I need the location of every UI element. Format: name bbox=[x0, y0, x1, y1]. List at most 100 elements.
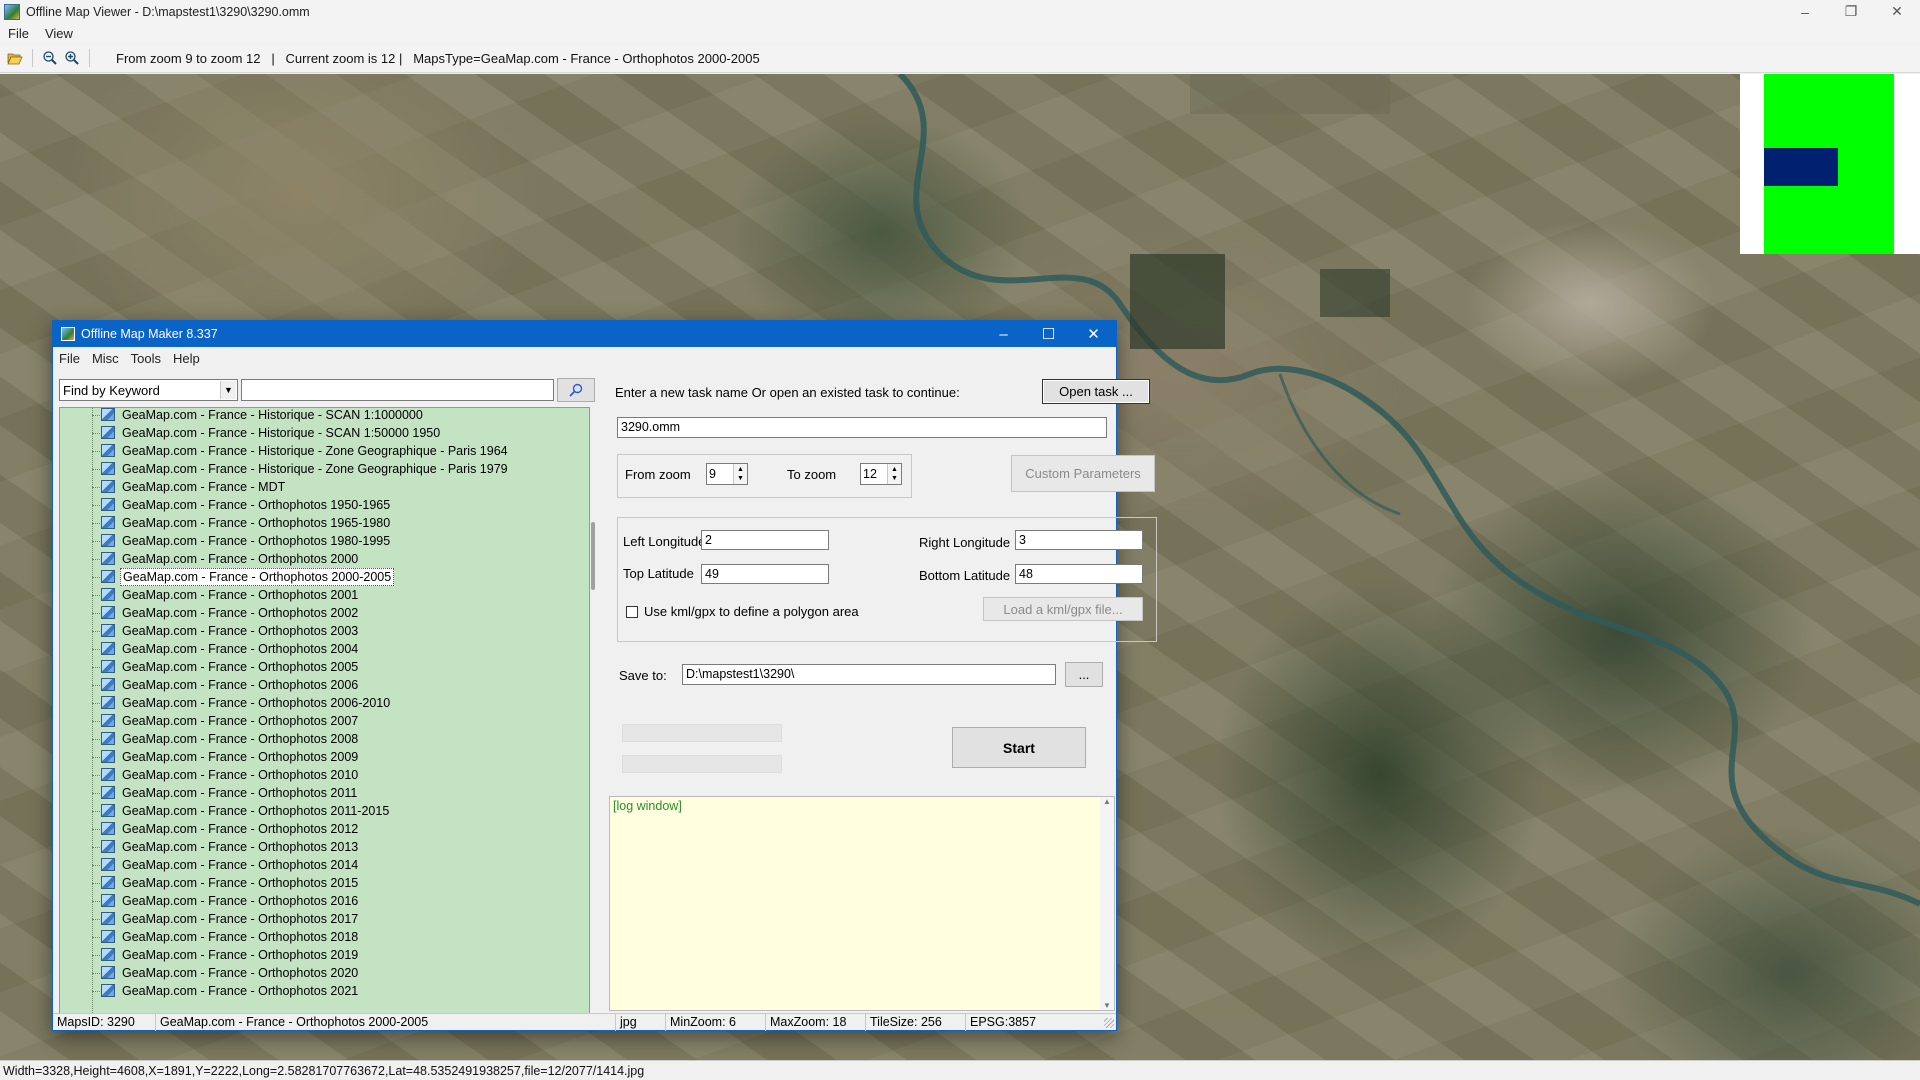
tree-item-label: GeaMap.com - France - Historique - Zone … bbox=[122, 462, 508, 476]
zoom-out-icon[interactable] bbox=[39, 47, 61, 69]
tree-scroll-thumb[interactable] bbox=[591, 522, 595, 590]
tree-item[interactable]: GeaMap.com - France - Orthophotos 2020 bbox=[60, 964, 589, 982]
dialog-close-button[interactable]: ✕ bbox=[1071, 321, 1116, 347]
minimap-viewport[interactable] bbox=[1764, 148, 1838, 186]
tree-item[interactable]: GeaMap.com - France - Orthophotos 2012 bbox=[60, 820, 589, 838]
right-longitude-label: Right Longitude bbox=[919, 535, 1011, 550]
minimize-button[interactable]: – bbox=[1782, 0, 1828, 23]
map-icon bbox=[101, 660, 115, 673]
close-button[interactable]: ✕ bbox=[1874, 0, 1920, 23]
spinner-arrows-icon[interactable]: ▲ ▼ bbox=[887, 464, 901, 484]
tree-item-label: GeaMap.com - France - Orthophotos 2006 bbox=[122, 678, 359, 692]
kml-checkbox[interactable] bbox=[626, 606, 638, 618]
log-scrollbar[interactable]: ▲ ▼ bbox=[1100, 797, 1114, 1010]
dialog-menu-file[interactable]: File bbox=[53, 351, 86, 366]
window-title: Offline Map Viewer - D:\mapstest1\3290\3… bbox=[26, 4, 310, 19]
tree-item[interactable]: GeaMap.com - France - Orthophotos 2006 bbox=[60, 676, 589, 694]
viewer-titlebar: Offline Map Viewer - D:\mapstest1\3290\3… bbox=[0, 0, 1920, 23]
tree-item[interactable]: GeaMap.com - France - Orthophotos 2002 bbox=[60, 604, 589, 622]
tree-item[interactable]: GeaMap.com - France - Historique - SCAN … bbox=[60, 408, 589, 424]
tree-item[interactable]: GeaMap.com - France - Orthophotos 2018 bbox=[60, 928, 589, 946]
tree-item-label: GeaMap.com - France - Orthophotos 2011 bbox=[122, 786, 358, 800]
map-icon bbox=[101, 912, 115, 925]
open-task-button[interactable]: Open task ... bbox=[1042, 379, 1150, 404]
tree-item[interactable]: GeaMap.com - France - Orthophotos 1950-1… bbox=[60, 496, 589, 514]
restore-button[interactable]: ❐ bbox=[1828, 0, 1874, 23]
map-icon bbox=[101, 750, 115, 763]
to-zoom-spinner[interactable]: 12 ▲ ▼ bbox=[860, 463, 902, 485]
log-text: [log window] bbox=[613, 799, 682, 813]
tree-item[interactable]: GeaMap.com - France - Orthophotos 2003 bbox=[60, 622, 589, 640]
tree-item[interactable]: GeaMap.com - France - Historique - Zone … bbox=[60, 460, 589, 478]
tree-item[interactable]: GeaMap.com - France - Orthophotos 2008 bbox=[60, 730, 589, 748]
left-longitude-input[interactable]: 2 bbox=[701, 530, 829, 550]
custom-parameters-button[interactable]: Custom Parameters bbox=[1011, 455, 1155, 492]
tree-item[interactable]: GeaMap.com - France - Orthophotos 2016 bbox=[60, 892, 589, 910]
map-icon bbox=[101, 642, 115, 655]
tree-item[interactable]: GeaMap.com - France - Orthophotos 1965-1… bbox=[60, 514, 589, 532]
task-name-input[interactable]: 3290.omm bbox=[617, 417, 1107, 438]
menu-file[interactable]: File bbox=[0, 26, 37, 41]
resize-grip[interactable] bbox=[1104, 1018, 1114, 1028]
tree-item[interactable]: GeaMap.com - France - Orthophotos 2019 bbox=[60, 946, 589, 964]
tree-item[interactable]: GeaMap.com - France - Orthophotos 2010 bbox=[60, 766, 589, 784]
spinner-arrows-icon[interactable]: ▲ ▼ bbox=[733, 464, 747, 484]
tree-item[interactable]: GeaMap.com - France - Orthophotos 2001 bbox=[60, 586, 589, 604]
map-icon bbox=[101, 516, 115, 529]
top-latitude-input[interactable]: 49 bbox=[701, 564, 829, 584]
tree-item-label: GeaMap.com - France - Orthophotos 2005 bbox=[122, 660, 359, 674]
save-to-input[interactable]: D:\mapstest1\3290\ bbox=[682, 664, 1056, 685]
log-window[interactable]: [log window] ▲ ▼ bbox=[609, 796, 1115, 1011]
menu-view[interactable]: View bbox=[37, 26, 81, 41]
start-button[interactable]: Start bbox=[952, 727, 1086, 768]
browse-button[interactable]: ... bbox=[1065, 662, 1103, 687]
scroll-up-icon[interactable]: ▲ bbox=[1103, 797, 1111, 806]
load-kml-button[interactable]: Load a kml/gpx file... bbox=[983, 597, 1143, 621]
tree-item-label: GeaMap.com - France - Orthophotos 2012 bbox=[122, 822, 359, 836]
open-folder-icon[interactable] bbox=[4, 47, 26, 69]
tree-item[interactable]: GeaMap.com - France - Orthophotos 2021 bbox=[60, 982, 589, 1000]
map-icon bbox=[101, 948, 115, 961]
dialog-menu-help[interactable]: Help bbox=[167, 351, 206, 366]
search-input[interactable] bbox=[241, 379, 554, 401]
tree-item[interactable]: GeaMap.com - France - Orthophotos 2007 bbox=[60, 712, 589, 730]
viewer-statusbar: Width=3328,Height=4608,X=1891,Y=2222,Lon… bbox=[0, 1060, 1920, 1080]
map-icon bbox=[101, 732, 115, 745]
chevron-down-icon: ▼ bbox=[220, 381, 236, 399]
tree-item-label: GeaMap.com - France - Orthophotos 2009 bbox=[122, 750, 359, 764]
tree-item[interactable]: GeaMap.com - France - Orthophotos 2011-2… bbox=[60, 802, 589, 820]
tree-item[interactable]: GeaMap.com - France - Orthophotos 2005 bbox=[60, 658, 589, 676]
dialog-minimize-button[interactable]: – bbox=[981, 321, 1026, 347]
tree-item[interactable]: GeaMap.com - France - Orthophotos 2014 bbox=[60, 856, 589, 874]
tree-item[interactable]: GeaMap.com - France - Orthophotos 2000-2… bbox=[60, 568, 589, 586]
tree-item[interactable]: GeaMap.com - France - Orthophotos 2011 bbox=[60, 784, 589, 802]
find-mode-select[interactable]: Find by Keyword ▼ bbox=[59, 379, 238, 401]
from-zoom-spinner[interactable]: 9 ▲ ▼ bbox=[706, 463, 748, 485]
right-longitude-input[interactable]: 3 bbox=[1015, 530, 1143, 550]
dialog-menu-tools[interactable]: Tools bbox=[125, 351, 167, 366]
minimap[interactable] bbox=[1740, 74, 1920, 254]
zoom-in-icon[interactable] bbox=[61, 47, 83, 69]
tree-item[interactable]: GeaMap.com - France - Orthophotos 2013 bbox=[60, 838, 589, 856]
map-icon bbox=[101, 804, 115, 817]
tree-item[interactable]: GeaMap.com - France - Orthophotos 2000 bbox=[60, 550, 589, 568]
tree-item[interactable]: GeaMap.com - France - Orthophotos 2006-2… bbox=[60, 694, 589, 712]
kml-checkbox-label: Use kml/gpx to define a polygon area bbox=[644, 604, 859, 619]
bottom-latitude-input[interactable]: 48 bbox=[1015, 564, 1143, 584]
tree-item[interactable]: GeaMap.com - France - Orthophotos 1980-1… bbox=[60, 532, 589, 550]
tree-item-label: GeaMap.com - France - Orthophotos 2000-2… bbox=[120, 568, 395, 586]
dialog-menu-misc[interactable]: Misc bbox=[86, 351, 125, 366]
tree-item-label: GeaMap.com - France - Orthophotos 1980-1… bbox=[122, 534, 391, 548]
tree-item[interactable]: GeaMap.com - France - Orthophotos 2015 bbox=[60, 874, 589, 892]
tree-item[interactable]: GeaMap.com - France - Orthophotos 2004 bbox=[60, 640, 589, 658]
tree-item[interactable]: GeaMap.com - France - Orthophotos 2009 bbox=[60, 748, 589, 766]
map-type-tree[interactable]: GeaMap.com - France - Historique - SCAN … bbox=[59, 407, 590, 1014]
tree-scrollbar[interactable] bbox=[590, 407, 598, 1014]
search-button[interactable] bbox=[557, 378, 595, 402]
scroll-down-icon[interactable]: ▼ bbox=[1103, 1001, 1111, 1010]
tree-item[interactable]: GeaMap.com - France - Historique - Zone … bbox=[60, 442, 589, 460]
tree-item[interactable]: GeaMap.com - France - Orthophotos 2017 bbox=[60, 910, 589, 928]
dialog-maximize-button[interactable]: ☐ bbox=[1026, 321, 1071, 347]
tree-item[interactable]: GeaMap.com - France - MDT bbox=[60, 478, 589, 496]
tree-item[interactable]: GeaMap.com - France - Historique - SCAN … bbox=[60, 424, 589, 442]
